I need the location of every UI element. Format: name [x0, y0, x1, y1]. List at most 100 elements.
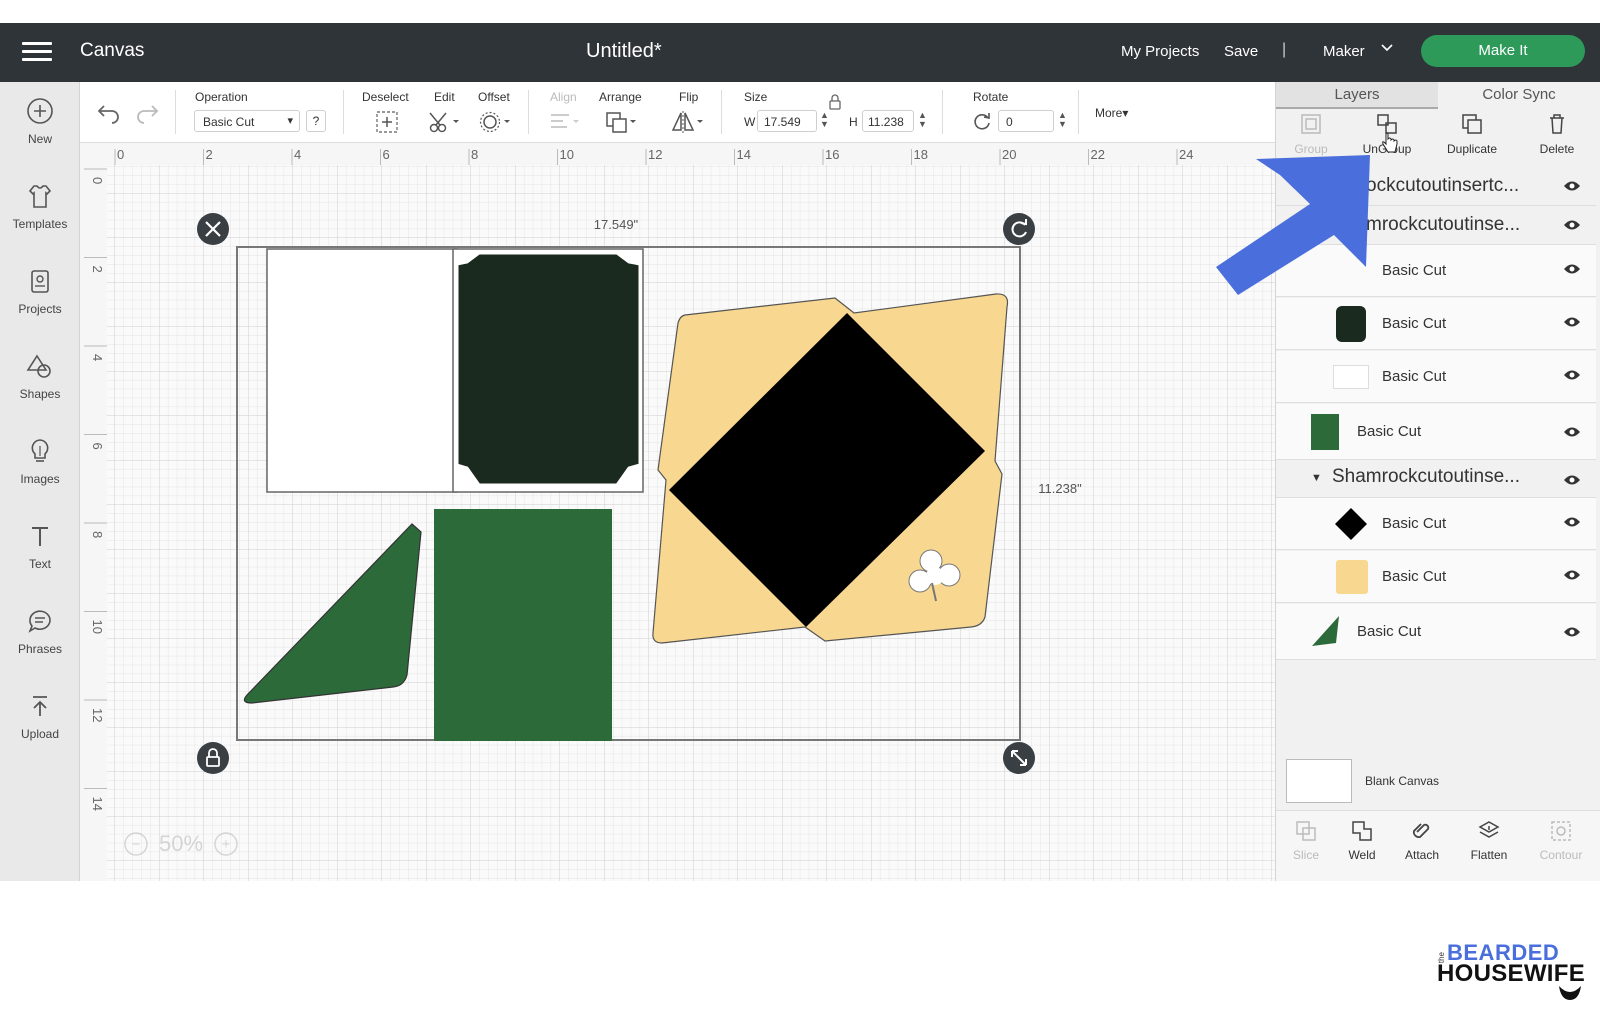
zoom-minus: − — [132, 836, 141, 853]
duplicate-label: Duplicate — [1446, 142, 1498, 156]
rotate-input[interactable]: 0 — [998, 110, 1054, 132]
ruler-top-label: 8 — [471, 147, 478, 162]
eye-icon[interactable] — [1563, 368, 1581, 386]
design-canvas[interactable]: 0 2 4 6 8 10 12 14 16 18 20 22 24 0 2 4 6 8 10 12 14 — [80, 143, 1275, 881]
sidebar-label-upload: Upload — [20, 727, 60, 741]
layer-row[interactable]: Basic Cut — [1276, 551, 1596, 603]
layer-row[interactable]: Basic Cut — [1276, 498, 1596, 550]
my-projects-link[interactable]: My Projects — [1121, 43, 1199, 60]
pointer-arrow-icon — [1216, 155, 1370, 295]
sidebar-item-text[interactable]: Text — [0, 521, 80, 571]
height-stepper-icon[interactable]: ▲ ▼ — [918, 111, 927, 129]
lock-handle[interactable] — [197, 742, 229, 774]
lightbulb-icon — [31, 439, 49, 462]
layer-name: Basic Cut — [1382, 568, 1447, 585]
contour-icon — [1551, 821, 1571, 841]
ruler-top-label: 0 — [117, 147, 124, 162]
dark-green-label-shape[interactable] — [455, 251, 642, 487]
height-input[interactable]: 11.238 — [862, 110, 914, 132]
width-input[interactable]: 17.549 — [757, 110, 817, 132]
arrange-icon[interactable] — [605, 110, 639, 139]
collapse-caret-icon[interactable]: ▼ — [1311, 472, 1322, 484]
size-label: Size — [744, 90, 768, 104]
sidebar-item-projects[interactable]: Projects — [0, 266, 80, 316]
edit-scissors-icon[interactable] — [428, 110, 462, 139]
operation-select[interactable]: Basic Cut ▾ — [194, 110, 300, 132]
undo-icon[interactable] — [96, 102, 122, 129]
ruler-left-label: 4 — [90, 354, 105, 361]
eye-icon[interactable] — [1563, 262, 1581, 280]
flip-icon[interactable] — [670, 110, 706, 139]
sidebar-item-templates[interactable]: Templates — [0, 181, 80, 231]
more-button[interactable]: More▾ — [1095, 106, 1128, 120]
tutorial-arrow-overlay — [1216, 155, 1370, 295]
redo-icon[interactable] — [134, 102, 160, 129]
save-link[interactable]: Save — [1224, 43, 1258, 60]
deselect-icon[interactable] — [375, 110, 399, 139]
eye-icon[interactable] — [1563, 568, 1581, 586]
ruler-top-label: 6 — [383, 147, 390, 162]
sidebar-item-images[interactable]: Images — [0, 436, 80, 486]
rotate-handle[interactable] — [1003, 213, 1035, 245]
lock-aspect-icon[interactable] — [828, 94, 842, 115]
app-title: Canvas — [80, 40, 145, 61]
eye-icon[interactable] — [1563, 218, 1581, 236]
hand-cursor-icon — [1382, 132, 1398, 153]
attach-label: Attach — [1404, 848, 1440, 862]
speech-bubble-icon — [28, 610, 51, 633]
delete-handle[interactable] — [197, 213, 229, 245]
offset-icon[interactable] — [479, 110, 513, 139]
make-it-button[interactable]: Make It — [1421, 35, 1585, 67]
layer-thumbnail — [1336, 306, 1366, 342]
layer-thumbnail — [1312, 616, 1339, 646]
eye-icon[interactable] — [1563, 625, 1581, 643]
layer-row[interactable]: Basic Cut — [1276, 404, 1596, 460]
eye-icon[interactable] — [1563, 179, 1581, 197]
chevron-down-icon[interactable] — [1380, 40, 1394, 57]
eye-icon[interactable] — [1563, 425, 1581, 443]
blank-canvas-swatch[interactable] — [1286, 759, 1352, 803]
sidebar-label-projects: Projects — [18, 302, 62, 316]
zoom-plus: + — [222, 836, 231, 853]
tab-color-sync[interactable]: Color Sync — [1438, 82, 1600, 109]
layer-row[interactable]: Basic Cut — [1276, 351, 1596, 403]
layer-row[interactable]: Basic Cut — [1276, 604, 1596, 660]
hamburger-menu-icon[interactable] — [22, 42, 52, 62]
rotate-icon — [971, 110, 993, 137]
top-header: Canvas Untitled* My Projects Save | Make… — [0, 23, 1600, 82]
sidebar-item-shapes[interactable]: Shapes — [0, 351, 80, 401]
attach-button[interactable]: Attach — [1392, 819, 1452, 862]
sidebar-item-upload[interactable]: Upload — [0, 691, 80, 741]
weld-button[interactable]: Weld — [1332, 819, 1392, 862]
ruler-left-label: 8 — [90, 531, 105, 538]
delete-button[interactable]: Delete — [1522, 112, 1592, 156]
sidebar-item-phrases[interactable]: Phrases — [0, 606, 80, 656]
delete-label: Delete — [1539, 142, 1575, 156]
sidebar-item-new[interactable]: New — [0, 96, 80, 146]
tab-layers[interactable]: Layers — [1276, 82, 1438, 109]
ruler-left-label: 14 — [90, 797, 105, 811]
rotate-value: 0 — [1006, 115, 1013, 129]
eye-icon[interactable] — [1563, 515, 1581, 533]
machine-select[interactable]: Maker — [1323, 43, 1365, 60]
help-button[interactable]: ? — [306, 110, 326, 132]
ruler-top-label: 20 — [1002, 147, 1016, 162]
document-title[interactable]: Untitled* — [586, 40, 662, 63]
eye-icon[interactable] — [1563, 473, 1581, 491]
ruler-left-label: 12 — [90, 708, 105, 722]
white-card-shape[interactable] — [266, 248, 458, 493]
green-rectangle-shape[interactable] — [434, 509, 612, 741]
layer-name: Basic Cut — [1357, 623, 1422, 640]
layer-row[interactable]: Basic Cut — [1276, 298, 1596, 350]
flatten-button[interactable]: Flatten — [1459, 819, 1519, 862]
edit-toolbar: Operation Basic Cut ▾ ? Deselect Edit Of… — [80, 82, 1275, 143]
resize-handle[interactable] — [1003, 742, 1035, 774]
duplicate-button[interactable]: Duplicate — [1437, 112, 1507, 156]
flatten-label: Flatten — [1470, 848, 1508, 862]
layer-name: Basic Cut — [1357, 423, 1422, 440]
ruler-top-label: 4 — [294, 147, 301, 162]
layer-group-row[interactable]: ▼ Shamrockcutoutinse... — [1276, 460, 1596, 498]
eye-icon[interactable] — [1563, 315, 1581, 333]
width-stepper-icon[interactable]: ▲ ▼ — [820, 111, 829, 129]
rotate-stepper-icon[interactable]: ▲ ▼ — [1058, 111, 1067, 129]
